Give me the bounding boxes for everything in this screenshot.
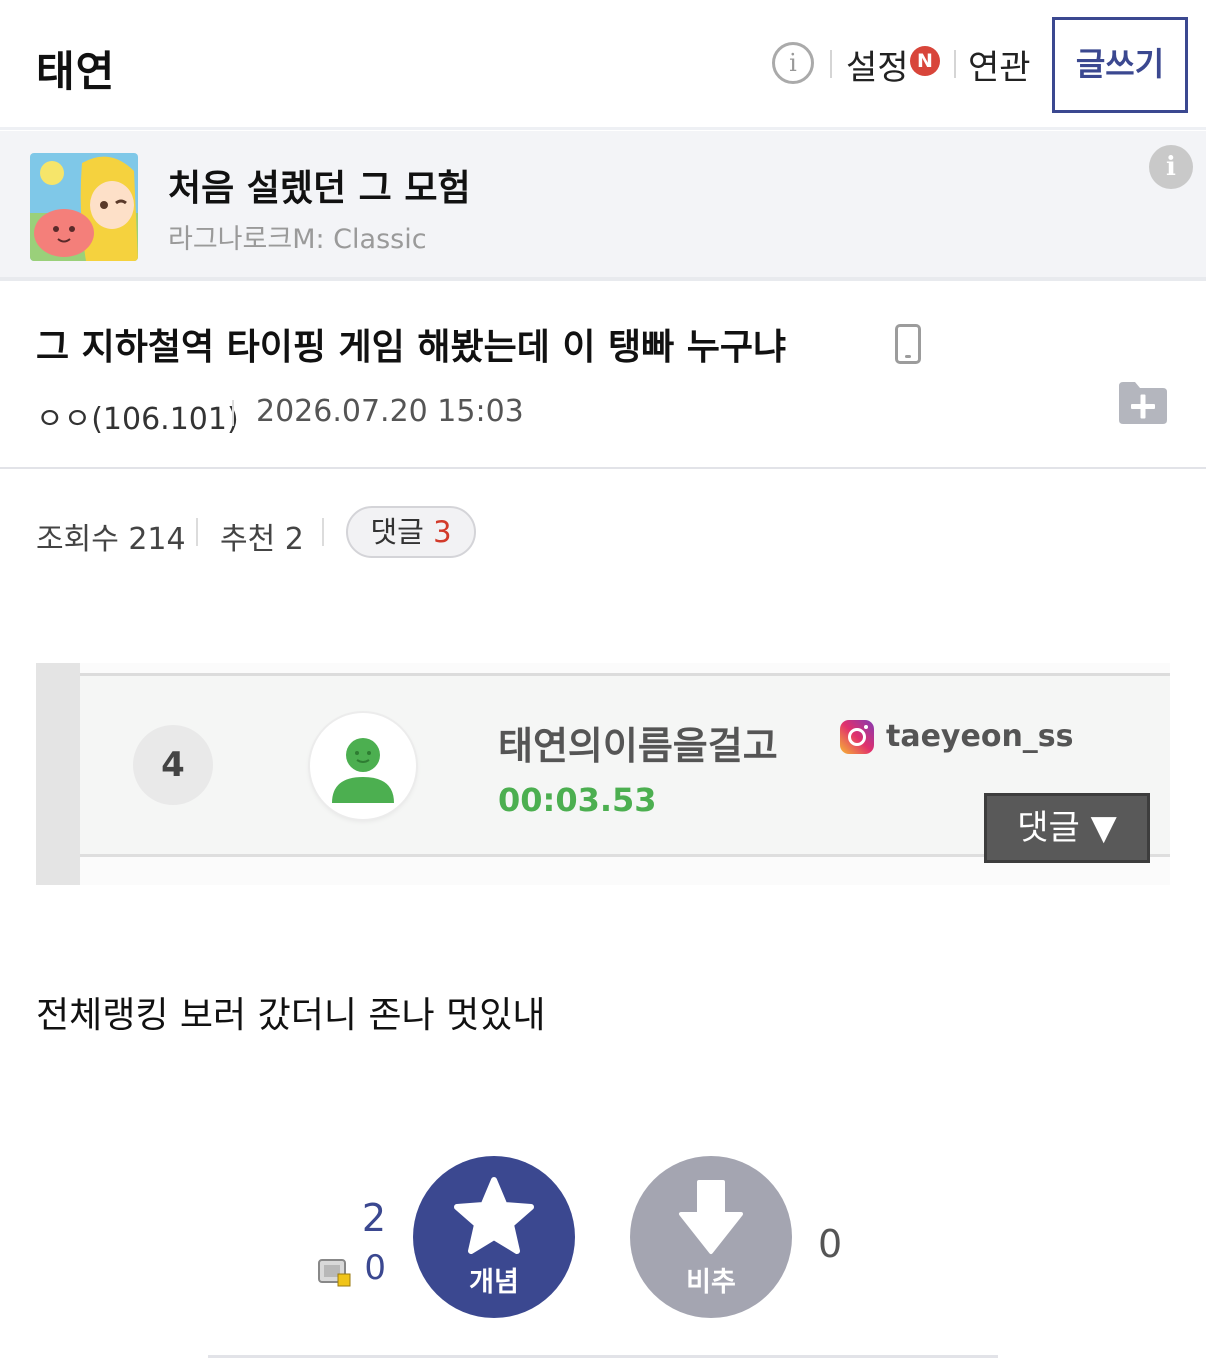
- view-count: 조회수 214: [36, 522, 186, 557]
- instagram-icon: [840, 720, 874, 754]
- instagram-handle: taeyeon_ss: [886, 719, 1074, 754]
- downvote-button[interactable]: 비추: [630, 1156, 792, 1318]
- embed-side-bar: [36, 663, 80, 885]
- write-button[interactable]: 글쓰기: [1052, 17, 1188, 113]
- mobile-phone-icon: [895, 324, 921, 364]
- embedded-screenshot: 4 태연의이름을걸고 taeyeon_ss 00:03.53 댓글 ▼: [36, 663, 1170, 885]
- upvote-button[interactable]: 개념: [413, 1156, 575, 1318]
- ranking-time: 00:03.53: [498, 781, 657, 819]
- top-header: 태연 i 설정 N 연관 글쓰기: [0, 0, 1206, 130]
- folder-add-icon[interactable]: [1117, 380, 1169, 424]
- downvote-count: 0: [818, 1222, 843, 1266]
- related-link[interactable]: 연관: [968, 40, 1031, 89]
- upvote-label: 개념: [469, 1267, 519, 1298]
- post-head-divider: [0, 467, 1206, 469]
- rank-badge: 4: [133, 725, 213, 805]
- banner-title[interactable]: 처음 설렜던 그 모험: [168, 159, 471, 211]
- game-banner[interactable]: 처음 설렜던 그 모험 라그나로크M: Classic i: [0, 131, 1206, 281]
- user-avatar-icon: [310, 713, 416, 819]
- divider: [954, 50, 956, 78]
- comment-label: 댓글: [370, 515, 424, 549]
- divider: [830, 50, 832, 78]
- down-arrow-icon: [667, 1174, 755, 1262]
- settings-link[interactable]: 설정: [846, 40, 909, 89]
- comment-count-button[interactable]: 댓글 3: [346, 506, 476, 558]
- upvote-count: 2: [361, 1196, 386, 1240]
- info-icon[interactable]: i: [772, 42, 814, 84]
- divider: [322, 518, 324, 546]
- post-title: 그 지하철역 타이핑 게임 해봤는데 이 탱빠 누구냐: [36, 327, 787, 368]
- downvote-label: 비추: [686, 1267, 736, 1298]
- gallery-title[interactable]: 태연: [36, 38, 115, 99]
- star-icon: [450, 1174, 538, 1262]
- divider: [232, 400, 234, 426]
- embed-comment-button: 댓글 ▼: [984, 793, 1150, 863]
- recommend-count: 추천 2: [220, 522, 304, 557]
- banner-subtitle: 라그나로크M: Classic: [168, 224, 427, 255]
- game-thumbnail[interactable]: [30, 153, 138, 261]
- fixed-user-upvote-count: 0: [364, 1248, 386, 1288]
- banner-info-icon[interactable]: i: [1149, 145, 1193, 189]
- ranking-name: 태연의이름을걸고: [498, 724, 778, 768]
- post-writer[interactable]: ㅇㅇ(106.101): [36, 394, 239, 438]
- post-body-text: 전체랭킹 보러 갔더니 존나 멋있내: [36, 995, 546, 1036]
- comment-count: 3: [433, 515, 452, 549]
- post-date: 2026.07.20 15:03: [256, 394, 524, 429]
- new-badge: N: [910, 46, 940, 76]
- divider: [196, 518, 198, 546]
